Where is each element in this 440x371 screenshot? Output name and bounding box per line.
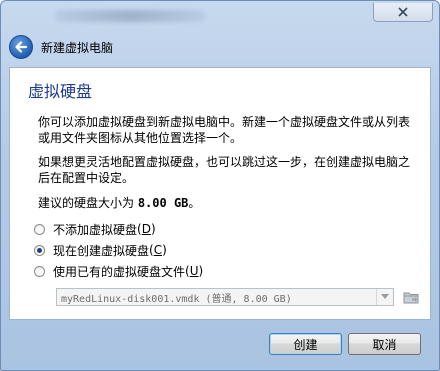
option-create-disk-label: 现在创建虚拟硬盘 <box>53 243 150 258</box>
option-no-disk[interactable]: 不添加虚拟硬盘 (D) <box>34 220 156 238</box>
create-button[interactable]: 创建 <box>269 333 342 355</box>
recommended-size-value: 8.00 GB <box>137 196 189 210</box>
close-icon <box>398 7 408 17</box>
back-arrow-icon <box>15 41 28 53</box>
recommended-size-label: 建议的硬盘大小为 <box>38 196 138 210</box>
option-create-disk-shortcut: (C) <box>149 243 167 257</box>
cancel-button[interactable]: 取消 <box>348 333 421 355</box>
button-bar: 创建 取消 <box>1 321 439 371</box>
option-no-disk-label: 不添加虚拟硬盘 <box>53 222 138 237</box>
close-button[interactable] <box>373 3 433 22</box>
choose-disk-file-button[interactable] <box>402 288 420 306</box>
option-existing-disk-label: 使用已有的虚拟硬盘文件 <box>53 264 186 279</box>
existing-disk-select-value: myRedLinux-disk001.vmdk (普通, 8.00 GB) <box>61 293 292 305</box>
radio-existing-disk[interactable] <box>34 265 45 277</box>
description-text: 你可以添加虚拟硬盘到新虚拟电脑中。新建一个虚拟硬盘文件或从列表或用文件夹图标从其… <box>38 115 411 145</box>
blurred-window-title <box>55 10 205 22</box>
radio-create-disk[interactable] <box>34 244 45 256</box>
wizard-title: 新建虚拟电脑 <box>41 40 114 55</box>
page-title: 虚拟硬盘 <box>28 82 93 101</box>
wizard-header: 新建虚拟电脑 <box>9 32 433 62</box>
dialog-window: 新建虚拟电脑 虚拟硬盘 你可以添加虚拟硬盘到新虚拟电脑中。新建一个虚拟硬盘文件或… <box>0 0 440 371</box>
recommended-size: 建议的硬盘大小为 8.00 GB。 <box>38 194 200 211</box>
option-existing-disk[interactable]: 使用已有的虚拟硬盘文件 (U) <box>34 262 203 280</box>
back-button[interactable] <box>9 35 33 59</box>
option-existing-disk-shortcut: (U) <box>185 264 204 278</box>
option-no-disk-shortcut: (D) <box>137 222 156 236</box>
radio-no-disk[interactable] <box>34 223 45 235</box>
title-bar <box>1 1 439 31</box>
existing-disk-select[interactable]: myRedLinux-disk001.vmdk (普通, 8.00 GB) <box>56 288 394 306</box>
recommended-size-suffix: 。 <box>188 196 201 210</box>
option-create-disk[interactable]: 现在创建虚拟硬盘 (C) <box>34 241 167 259</box>
folder-icon <box>403 292 419 304</box>
wizard-page: 虚拟硬盘 你可以添加虚拟硬盘到新虚拟电脑中。新建一个虚拟硬盘文件或从列表或用文件… <box>9 67 431 320</box>
hint-text: 如果想更灵活地配置虚拟硬盘，也可以跳过这一步，在创建虚拟电脑之后在配置中设定。 <box>38 155 411 185</box>
chevron-down-icon[interactable] <box>376 289 393 305</box>
